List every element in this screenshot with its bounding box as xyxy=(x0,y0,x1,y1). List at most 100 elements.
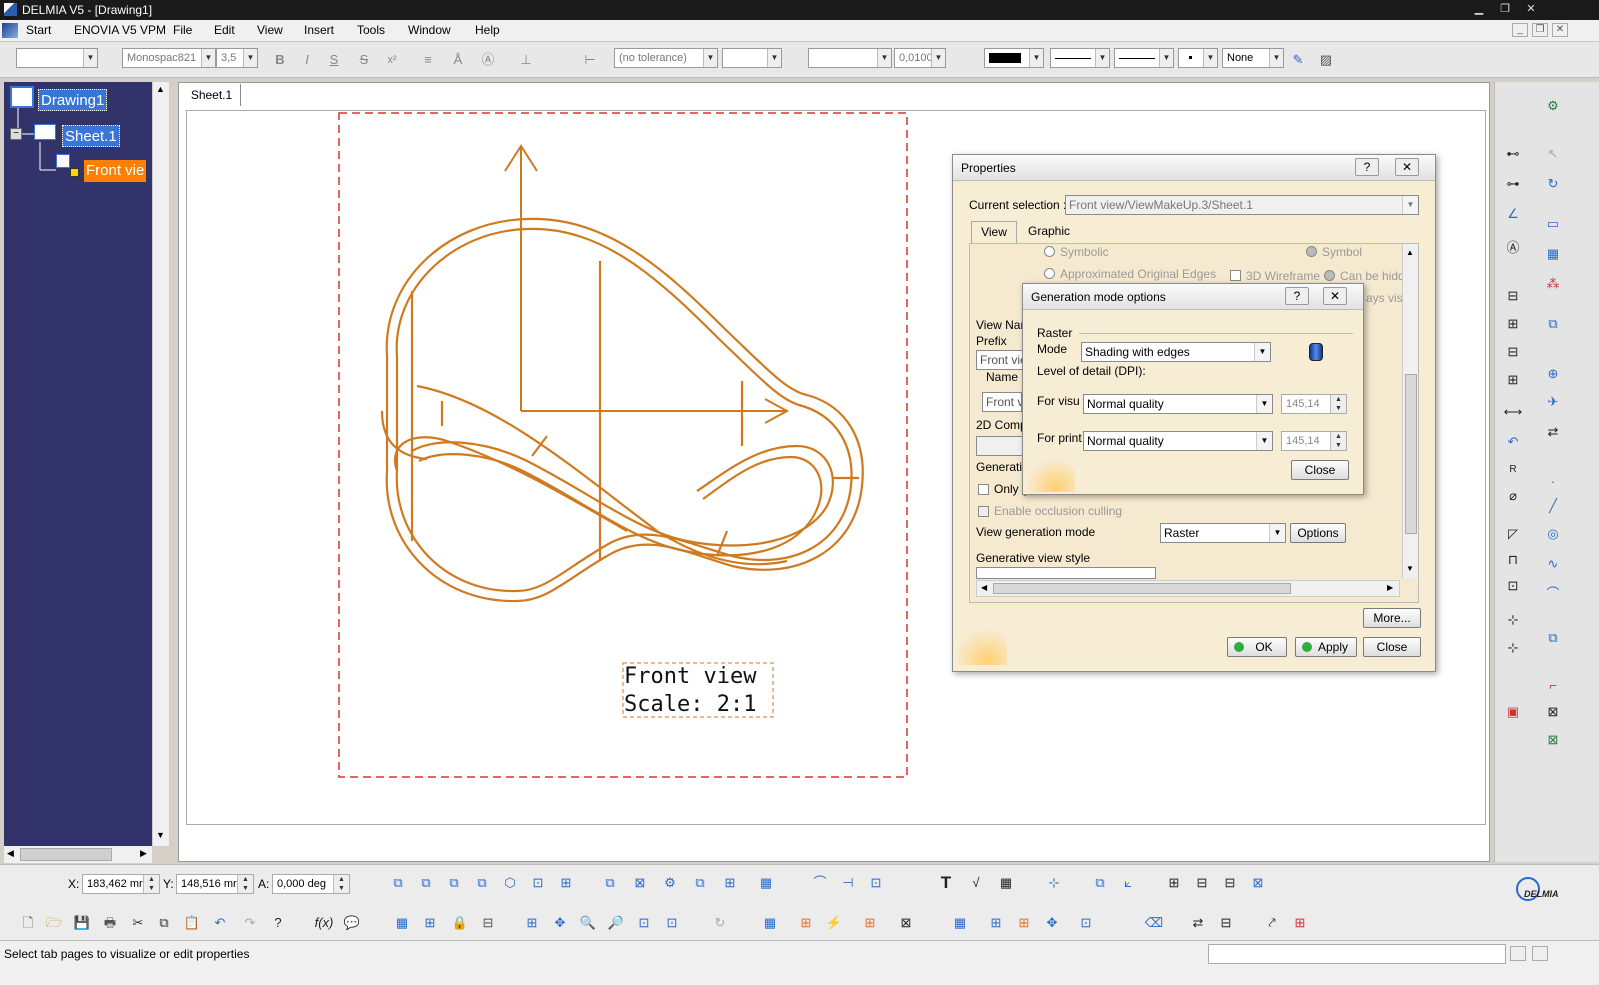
for-visu-combo[interactable]: Normal quality ▼ xyxy=(1083,394,1273,414)
swap-icon[interactable]: ⇄ xyxy=(1188,913,1208,933)
menu-tools[interactable]: Tools xyxy=(357,23,385,37)
undo-icon[interactable]: ↶ xyxy=(210,913,230,933)
status-option-icon[interactable] xyxy=(1532,946,1548,961)
dimension-tool-icon[interactable]: ⊹ xyxy=(1044,873,1064,893)
drawing-icon[interactable] xyxy=(10,86,34,108)
angle-icon[interactable]: ∠ xyxy=(1503,204,1523,224)
lock-icon[interactable]: 🔒 xyxy=(450,913,470,933)
bold-icon[interactable]: B xyxy=(270,50,290,70)
tolerance-icon[interactable]: ⊢ xyxy=(580,50,600,70)
menu-enovia[interactable]: ENOVIA V5 VPM xyxy=(74,23,166,37)
hole-table-icon[interactable]: ⊞ xyxy=(1503,370,1523,390)
doc-minimize-icon[interactable]: _ xyxy=(1512,23,1528,37)
numerical-display-combo[interactable]: ▼ xyxy=(808,48,892,68)
panel-horizontal-scrollbar[interactable]: ◀ ▶ xyxy=(976,580,1400,597)
circle-icon[interactable]: ◎ xyxy=(1543,524,1563,544)
approximated-edges-radio[interactable] xyxy=(1044,268,1055,279)
position-icon[interactable]: ⊞ xyxy=(1164,873,1184,893)
rotate-icon[interactable]: ↻ xyxy=(1543,174,1563,194)
doc-restore-icon[interactable]: ❐ xyxy=(1532,23,1548,37)
tree-node-drawing[interactable]: Drawing1 xyxy=(38,89,108,111)
generative-view-style-combo[interactable] xyxy=(976,567,1156,579)
generation-close-icon[interactable]: ✕ xyxy=(1323,287,1347,305)
occlusion-culling-checkbox[interactable] xyxy=(978,506,989,517)
axis-line-icon[interactable]: ⊣ xyxy=(838,873,858,893)
doc-close-icon[interactable]: ✕ xyxy=(1552,23,1568,37)
panel-scroll-up-icon[interactable]: ▲ xyxy=(1406,248,1414,257)
format-painter-icon[interactable]: ✎ xyxy=(1288,50,1308,70)
design-table-icon[interactable]: ▦ xyxy=(392,913,412,933)
create-detection-icon[interactable]: ⊞ xyxy=(860,913,880,933)
auxiliary-view-icon[interactable]: ⧉ xyxy=(444,873,464,893)
pattern-combo[interactable]: None ▼ xyxy=(1222,48,1284,68)
paste-icon[interactable]: 📋 xyxy=(182,913,202,933)
align-icon[interactable]: ⊟ xyxy=(1192,873,1212,893)
properties-close-button[interactable]: Close xyxy=(1363,637,1421,657)
for-print-combo[interactable]: Normal quality ▼ xyxy=(1083,431,1273,451)
power-input-icon[interactable] xyxy=(1510,946,1526,961)
table-tool-icon[interactable]: ▦ xyxy=(996,873,1016,893)
clipping-view-icon[interactable]: ⊞ xyxy=(556,873,576,893)
panel-scroll-right-icon[interactable]: ▶ xyxy=(1387,583,1393,592)
only-generate-checkbox[interactable] xyxy=(978,484,989,495)
axis-system-icon[interactable]: ⟀ xyxy=(1118,873,1138,893)
diameter-icon[interactable]: ⌀ xyxy=(1503,486,1523,506)
options-button[interactable]: Options xyxy=(1290,523,1346,543)
style-combo[interactable]: ▼ xyxy=(16,48,98,68)
ok-button[interactable]: OK xyxy=(1227,637,1287,657)
minimize-icon[interactable]: ▁ xyxy=(1468,2,1490,17)
curve-tool-icon[interactable]: ⌒ xyxy=(810,873,830,893)
scroll-up-icon[interactable]: ▲ xyxy=(156,84,165,94)
area-fill-icon[interactable]: ⊡ xyxy=(866,873,886,893)
snap-icon[interactable]: ⁂ xyxy=(1543,274,1563,294)
line-icon[interactable]: ╱ xyxy=(1543,496,1563,516)
linetype-combo[interactable]: ▼ xyxy=(1050,48,1110,68)
justify-icon[interactable]: ≡ xyxy=(418,50,438,70)
tree-node-front-view[interactable]: Front vie xyxy=(84,160,147,182)
filter-icon[interactable]: ⊠ xyxy=(896,913,916,933)
anchor-icon[interactable]: Å xyxy=(448,50,468,70)
panel-scroll-left-icon[interactable]: ◀ xyxy=(981,583,987,592)
analysis-icon[interactable]: ⚙ xyxy=(1543,96,1563,116)
hide-show-icon[interactable]: ⊡ xyxy=(662,913,682,933)
apply-button[interactable]: Apply xyxy=(1295,637,1357,657)
radius-icon[interactable]: R xyxy=(1503,460,1523,480)
chamfer-icon[interactable]: ◸ xyxy=(1503,524,1523,544)
eraser-icon[interactable]: ⌫ xyxy=(1144,913,1164,933)
redo-icon[interactable]: ↷ xyxy=(240,913,260,933)
length-icon[interactable]: ⟷ xyxy=(1503,402,1523,422)
view-icon[interactable] xyxy=(56,154,70,168)
tab-graphic[interactable]: Graphic xyxy=(1019,221,1079,243)
tree-node-sheet[interactable]: Sheet.1 xyxy=(62,125,120,147)
save-icon[interactable]: 💾 xyxy=(72,913,92,933)
distribute-icon[interactable]: ⊟ xyxy=(1220,873,1240,893)
generation-close-button[interactable]: Close xyxy=(1291,460,1349,480)
sketch-icon[interactable]: ⌐ xyxy=(1543,676,1563,696)
cut-icon[interactable]: ✂ xyxy=(128,913,148,933)
dimension-icon[interactable]: ⊷ xyxy=(1503,144,1523,164)
tolerance-combo[interactable]: (no tolerance) ▼ xyxy=(614,48,718,68)
text-icon[interactable]: Ⓐ xyxy=(1503,238,1523,258)
snap-to-point-icon[interactable]: ⊞ xyxy=(796,913,816,933)
geometry-display-icon[interactable]: ✥ xyxy=(1042,913,1062,933)
coordinate-icon[interactable]: ⊡ xyxy=(1503,576,1523,596)
menu-help[interactable]: Help xyxy=(475,23,500,37)
constraint-display-icon[interactable]: ⊞ xyxy=(1014,913,1034,933)
spline-icon[interactable]: ∿ xyxy=(1543,554,1563,574)
thickness-combo[interactable]: ▼ xyxy=(1114,48,1174,68)
section-view-icon[interactable]: ⬡ xyxy=(500,873,520,893)
coordinate-dimension-icon[interactable]: ⊞ xyxy=(1503,314,1523,334)
point-combo[interactable]: ▼ xyxy=(1178,48,1218,68)
new-icon[interactable]: 🗋 xyxy=(18,913,38,933)
mirror-icon[interactable]: ⇄ xyxy=(1543,422,1563,442)
menu-view[interactable]: View xyxy=(257,23,283,37)
rectangle-icon[interactable]: ▭ xyxy=(1543,214,1563,234)
knowledge-icon[interactable]: ⊠ xyxy=(1543,730,1563,750)
hatch-icon[interactable]: ▨ xyxy=(1316,50,1336,70)
roughness-icon[interactable]: √ xyxy=(966,873,986,893)
comment-icon[interactable]: 💬 xyxy=(342,913,362,933)
dimension-display-icon[interactable]: ⊞ xyxy=(986,913,1006,933)
catalog-icon[interactable]: ▣ xyxy=(1503,702,1523,722)
superscript-icon[interactable]: x² xyxy=(382,50,402,70)
collapse-icon[interactable]: − xyxy=(10,128,22,140)
